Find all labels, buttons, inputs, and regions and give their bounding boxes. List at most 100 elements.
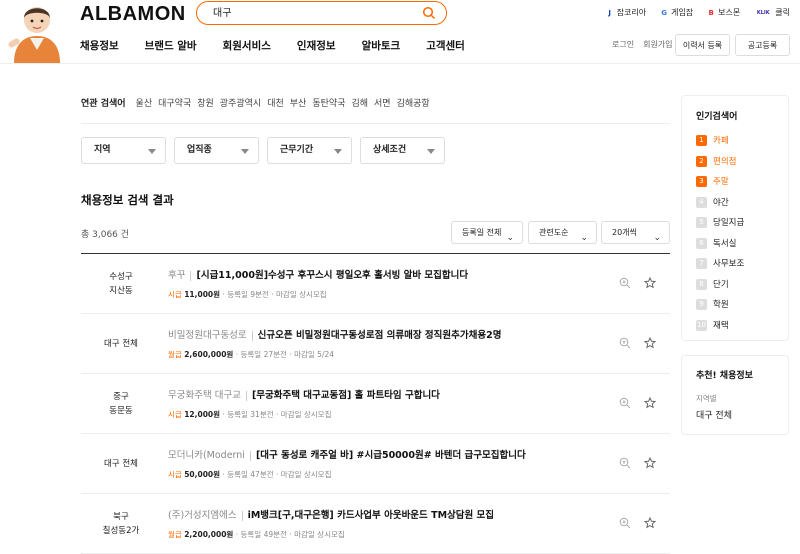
partner-jobkorea[interactable]: J 잡코리아 [606, 7, 646, 18]
job-location: 북구 칠성동2가 [81, 494, 161, 554]
results-title: 채용정보 검색 결과 [81, 193, 174, 207]
job-row[interactable]: 북구 칠성동2가 (주)거성지엠에스 iM뱅크[구,대구은행] 카드사업부 아웃바운… [81, 494, 670, 554]
separator [241, 510, 243, 521]
company-name[interactable]: (주)거성지엠에스 [168, 510, 237, 521]
job-heading: (주)거성지엠에스 iM뱅크[구,대구은행] 카드사업부 아웃바운드 TM상담원 … [168, 507, 494, 521]
sort-date-select[interactable]: 등록일 전체 ⌄ [451, 221, 523, 244]
related-keyword[interactable]: 창원 [197, 96, 214, 109]
company-name[interactable]: 비밀정원대구동성로 [168, 330, 247, 341]
recommend-value[interactable]: 대구 전체 [696, 408, 732, 421]
albamon-logo[interactable]: ALBAMON [80, 3, 186, 26]
search-input[interactable] [213, 6, 413, 17]
popular-keyword[interactable]: 4 야간 [696, 196, 729, 208]
job-title[interactable]: iM뱅크[구,대구은행] 카드사업부 아웃바운드 TM상담원 모집 [248, 510, 494, 521]
job-meta: 시급 50,000원 · 등록일 47분전 · 마감일 상시모집 [168, 470, 332, 479]
nav-item-support[interactable]: 고객센터 [426, 38, 465, 53]
nav-item-brand[interactable]: 브랜드 알바 [145, 38, 197, 53]
company-name[interactable]: 모더니카(Moderni [168, 450, 245, 461]
post-job-button[interactable]: 공고등록 [735, 34, 790, 56]
popular-keyword[interactable]: 3 주말 [696, 175, 729, 187]
rank-badge: 6 [696, 237, 707, 249]
related-keyword[interactable]: 동탄약국 [312, 96, 345, 109]
job-heading: 비밀정원대구동성로 신규오픈 비밀정원대구동성로점 의류매장 정직원추가채용2명 [168, 327, 501, 341]
rank-badge: 8 [696, 278, 707, 290]
separator [249, 450, 251, 461]
login-link[interactable]: 로그인 [612, 39, 634, 50]
star-icon[interactable] [644, 277, 656, 289]
popular-keyword[interactable]: 5 당일지급 [696, 216, 744, 228]
job-meta: 시급 11,000원 · 등록일 9분전 · 마감일 상시모집 [168, 290, 327, 299]
deadline: 마감일 상시모집 [276, 290, 327, 299]
deadline: 마감일 상시모집 [294, 530, 345, 539]
zoom-in-icon[interactable] [619, 457, 631, 469]
related-keyword[interactable]: 부산 [290, 96, 307, 109]
star-icon[interactable] [644, 517, 656, 529]
recommend-panel: 추천! 채용정보 지역별 대구 전체 [681, 355, 789, 435]
per-page-select[interactable]: 20개씩 ⌄ [601, 221, 670, 244]
header: ALBAMON J 잡코리아 G 게임잡 B 보스몬 KLIK 클릭 채용정보 … [0, 0, 800, 64]
job-meta: 월급 2,200,000원 · 등록일 49분전 · 마감일 상시모집 [168, 530, 345, 539]
keyword-label: 독서실 [713, 239, 737, 249]
related-keywords: 연관 검색어 울산 대구약국 창원 광주광역시 대천 부산 동탄약국 김해 서면… [81, 96, 430, 109]
filter-period[interactable]: 근무기간 [267, 137, 352, 164]
related-keyword[interactable]: 대구약국 [158, 96, 191, 109]
job-title[interactable]: 신규오픈 비밀정원대구동성로점 의류매장 정직원추가채용2명 [258, 330, 502, 341]
company-name[interactable]: 후꾸 [168, 270, 185, 281]
nav-item-talk[interactable]: 알바토크 [362, 38, 401, 53]
caret-down-icon [148, 149, 156, 154]
filter-label: 상세조건 [373, 145, 407, 155]
job-heading: 무궁화주택 대구교 [무궁화주택 대구교동점] 홀 파트타임 구합니다 [168, 387, 440, 401]
jobkorea-icon: J [608, 8, 611, 17]
partner-gamejob[interactable]: G 게임잡 [660, 7, 693, 18]
popular-keyword[interactable]: 10 재택 [696, 319, 729, 331]
company-name[interactable]: 무궁화주택 대구교 [168, 390, 241, 401]
caret-down-icon [334, 149, 342, 154]
star-icon[interactable] [644, 457, 656, 469]
popular-keyword[interactable]: 1 카페 [696, 134, 729, 146]
partner-klik[interactable]: KLIK 클릭 [754, 7, 790, 18]
job-title[interactable]: [시급11,000원]수성구 후꾸스시 평일오후 홀서빙 알바 모집합니다 [196, 270, 468, 281]
related-keyword[interactable]: 대천 [267, 96, 284, 109]
job-row[interactable]: 수성구 지산동 후꾸 [시급11,000원]수성구 후꾸스시 평일오후 홀서빙 알바… [81, 254, 670, 314]
filter-region[interactable]: 지역 [81, 137, 166, 164]
chevron-down-icon: ⌄ [653, 233, 661, 243]
popular-keyword[interactable]: 6 독서실 [696, 237, 736, 249]
related-keyword[interactable]: 김해공항 [397, 96, 430, 109]
related-keyword[interactable]: 김해 [351, 96, 368, 109]
rank-badge: 2 [696, 155, 707, 167]
related-keyword[interactable]: 서면 [374, 96, 391, 109]
popular-keyword[interactable]: 8 단기 [696, 278, 729, 290]
mascot-illustration [8, 7, 60, 63]
nav-item-talent[interactable]: 인재정보 [297, 38, 336, 53]
pay-type: 시급 [168, 410, 182, 419]
job-title[interactable]: [무궁화주택 대구교동점] 홀 파트타임 구합니다 [252, 390, 440, 401]
popular-keyword[interactable]: 9 학원 [696, 298, 729, 310]
related-keyword[interactable]: 광주광역시 [220, 96, 261, 109]
rank-badge: 10 [696, 319, 707, 331]
zoom-in-icon[interactable] [619, 277, 631, 289]
resume-register-button[interactable]: 이력서 등록 [675, 34, 730, 56]
sort-relevance-select[interactable]: 관련도순 ⌄ [528, 221, 597, 244]
star-icon[interactable] [644, 337, 656, 349]
partner-bossmon[interactable]: B 보스몬 [707, 7, 741, 18]
job-row[interactable]: 대구 전체 모더니카(Moderni [대구 동성로 캐주얼 바] #시급5000… [81, 434, 670, 494]
search-icon[interactable] [422, 6, 436, 20]
job-row[interactable]: 대구 전체 비밀정원대구동성로 신규오픈 비밀정원대구동성로점 의류매장 정직원추… [81, 314, 670, 374]
zoom-in-icon[interactable] [619, 397, 631, 409]
popular-keyword[interactable]: 2 편의점 [696, 155, 736, 167]
separator [251, 330, 253, 341]
nav-item-member[interactable]: 회원서비스 [223, 38, 271, 53]
join-link[interactable]: 회원가입 [643, 39, 672, 50]
job-location: 대구 전체 [81, 314, 161, 374]
related-keyword[interactable]: 울산 [136, 96, 153, 109]
filter-industry[interactable]: 업직종 [174, 137, 259, 164]
search-box[interactable] [196, 1, 447, 25]
filter-detail[interactable]: 상세조건 [360, 137, 445, 164]
job-row[interactable]: 중구 동문동 무궁화주택 대구교 [무궁화주택 대구교동점] 홀 파트타임 구합니다… [81, 374, 670, 434]
popular-keyword[interactable]: 7 사무보조 [696, 257, 744, 269]
zoom-in-icon[interactable] [619, 517, 631, 529]
star-icon[interactable] [644, 397, 656, 409]
zoom-in-icon[interactable] [619, 337, 631, 349]
nav-item-jobs[interactable]: 채용정보 [80, 38, 119, 53]
job-title[interactable]: [대구 동성로 캐주얼 바] #시급50000원# 바텐더 급구모집합니다 [256, 450, 526, 461]
